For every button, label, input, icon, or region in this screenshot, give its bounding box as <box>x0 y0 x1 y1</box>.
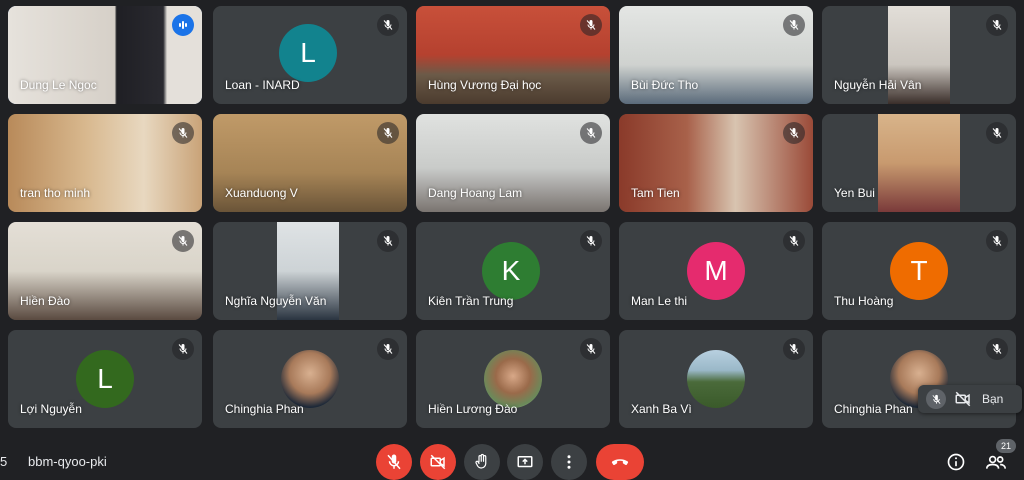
mic-off-icon <box>783 122 805 144</box>
participant-name: Hùng Vương Đại học <box>428 78 542 92</box>
participant-name: Loan - INARD <box>225 78 300 92</box>
participant-tile[interactable]: L Loan - INARD <box>213 6 407 104</box>
mic-off-icon <box>172 338 194 360</box>
participant-tile[interactable]: Nghĩa Nguyễn Văn <box>213 222 407 320</box>
mic-off-icon <box>986 122 1008 144</box>
participant-name: Yen Bui <box>834 186 875 200</box>
people-icon <box>986 455 1006 469</box>
call-end-icon <box>611 459 629 465</box>
more-options-button[interactable] <box>551 444 587 480</box>
participant-photo <box>687 350 745 408</box>
participant-name: Lợi Nguyễn <box>20 402 82 416</box>
mic-off-icon <box>783 338 805 360</box>
participant-name: Nguyễn Hải Vân <box>834 78 922 92</box>
participant-avatar: L <box>279 24 337 82</box>
mic-off-icon <box>377 122 399 144</box>
participant-tile[interactable]: Tam Tien <box>619 114 813 212</box>
participant-name: Kiên Trần Trung <box>428 294 514 308</box>
mic-off-icon <box>580 338 602 360</box>
participant-name: Nghĩa Nguyễn Văn <box>225 294 327 308</box>
mic-off-icon <box>377 14 399 36</box>
participant-tile[interactable]: Xuanduong V <box>213 114 407 212</box>
participant-name: tran tho minh <box>20 186 91 200</box>
participant-tile[interactable]: Hiền Đào <box>8 222 202 320</box>
participant-tile[interactable]: tran tho minh <box>8 114 202 212</box>
mic-off-icon <box>986 14 1008 36</box>
mic-off-icon[interactable] <box>926 389 946 409</box>
mic-off-icon <box>387 454 401 470</box>
participant-name: Xuanduong V <box>225 186 298 200</box>
info-icon <box>947 453 965 471</box>
participant-tile[interactable]: Hùng Vương Đại học <box>416 6 610 104</box>
time-fragment: 5 <box>0 454 8 469</box>
participant-tile[interactable]: Xanh Ba Vì <box>619 330 813 428</box>
participant-tile[interactable]: Hiền Lương Đào <box>416 330 610 428</box>
participant-tile[interactable]: Chinghia Phan <box>213 330 407 428</box>
mic-off-icon <box>986 230 1008 252</box>
participant-name: Hiền Lương Đào <box>428 402 518 416</box>
camera-toggle-button[interactable] <box>420 444 456 480</box>
mic-off-icon <box>580 14 602 36</box>
participant-name: Chinghia Phan <box>225 402 304 416</box>
audio-level-icon <box>172 14 194 36</box>
mic-off-icon <box>377 338 399 360</box>
participant-name: Dang Hoang Lam <box>428 186 523 200</box>
mic-off-icon <box>580 230 602 252</box>
mic-off-icon <box>783 230 805 252</box>
participant-tile[interactable]: K Kiên Trần Trung <box>416 222 610 320</box>
mic-off-icon <box>172 230 194 252</box>
participant-video <box>878 114 960 212</box>
mic-toggle-button[interactable] <box>376 444 412 480</box>
participant-name: Hiền Đào <box>20 294 71 308</box>
mic-off-icon <box>783 14 805 36</box>
participant-avatar: M <box>687 242 745 300</box>
self-label: Bạn <box>982 392 1004 406</box>
meeting-code: bbm-qyoo-pki <box>28 454 107 469</box>
participant-name: Thu Hoàng <box>834 294 894 308</box>
participant-name: Xanh Ba Vì <box>631 402 692 416</box>
participant-avatar: T <box>890 242 948 300</box>
videocam-off-icon[interactable] <box>954 390 972 413</box>
present-screen-button[interactable] <box>507 444 543 480</box>
mic-off-icon <box>377 230 399 252</box>
participant-tile[interactable]: Dang Hoang Lam <box>416 114 610 212</box>
participant-avatar: K <box>482 242 540 300</box>
participant-tile[interactable]: M Man Le thi <box>619 222 813 320</box>
participant-tile[interactable]: Yen Bui <box>822 114 1016 212</box>
raise-hand-button[interactable] <box>464 444 500 480</box>
participant-tile[interactable]: Chinghia Phan <box>822 330 1016 428</box>
more-vert-icon <box>567 455 571 469</box>
participant-count-badge: 21 <box>996 439 1016 453</box>
participant-tile[interactable]: T Thu Hoàng <box>822 222 1016 320</box>
participant-name: Bùi Đức Tho <box>631 78 699 92</box>
participant-tile[interactable]: Bùi Đức Tho <box>619 6 813 104</box>
participant-name: Chinghia Phan <box>834 402 913 416</box>
participant-name: Man Le thi <box>631 294 688 308</box>
participant-name: Tam Tien <box>631 186 680 200</box>
mic-off-icon <box>986 338 1008 360</box>
mic-off-icon <box>580 122 602 144</box>
self-view[interactable]: Bạn <box>918 385 1022 413</box>
participant-avatar: L <box>76 350 134 408</box>
participant-name: Dung Le Ngoc <box>20 78 97 92</box>
participant-photo <box>484 350 542 408</box>
participant-tile[interactable]: Dung Le Ngoc <box>8 6 202 104</box>
present-screen-icon <box>517 456 533 468</box>
hand-raise-icon <box>475 453 487 469</box>
mic-off-icon <box>172 122 194 144</box>
videocam-off-icon <box>430 454 446 470</box>
bottom-bar: 5 bbm-qyoo-pki <box>0 440 1024 480</box>
participant-tile[interactable]: L Lợi Nguyễn <box>8 330 202 428</box>
participant-photo <box>281 350 339 408</box>
participant-tile[interactable]: Nguyễn Hải Vân <box>822 6 1016 104</box>
meeting-details-button[interactable] <box>942 448 970 476</box>
leave-call-button[interactable] <box>596 444 644 480</box>
